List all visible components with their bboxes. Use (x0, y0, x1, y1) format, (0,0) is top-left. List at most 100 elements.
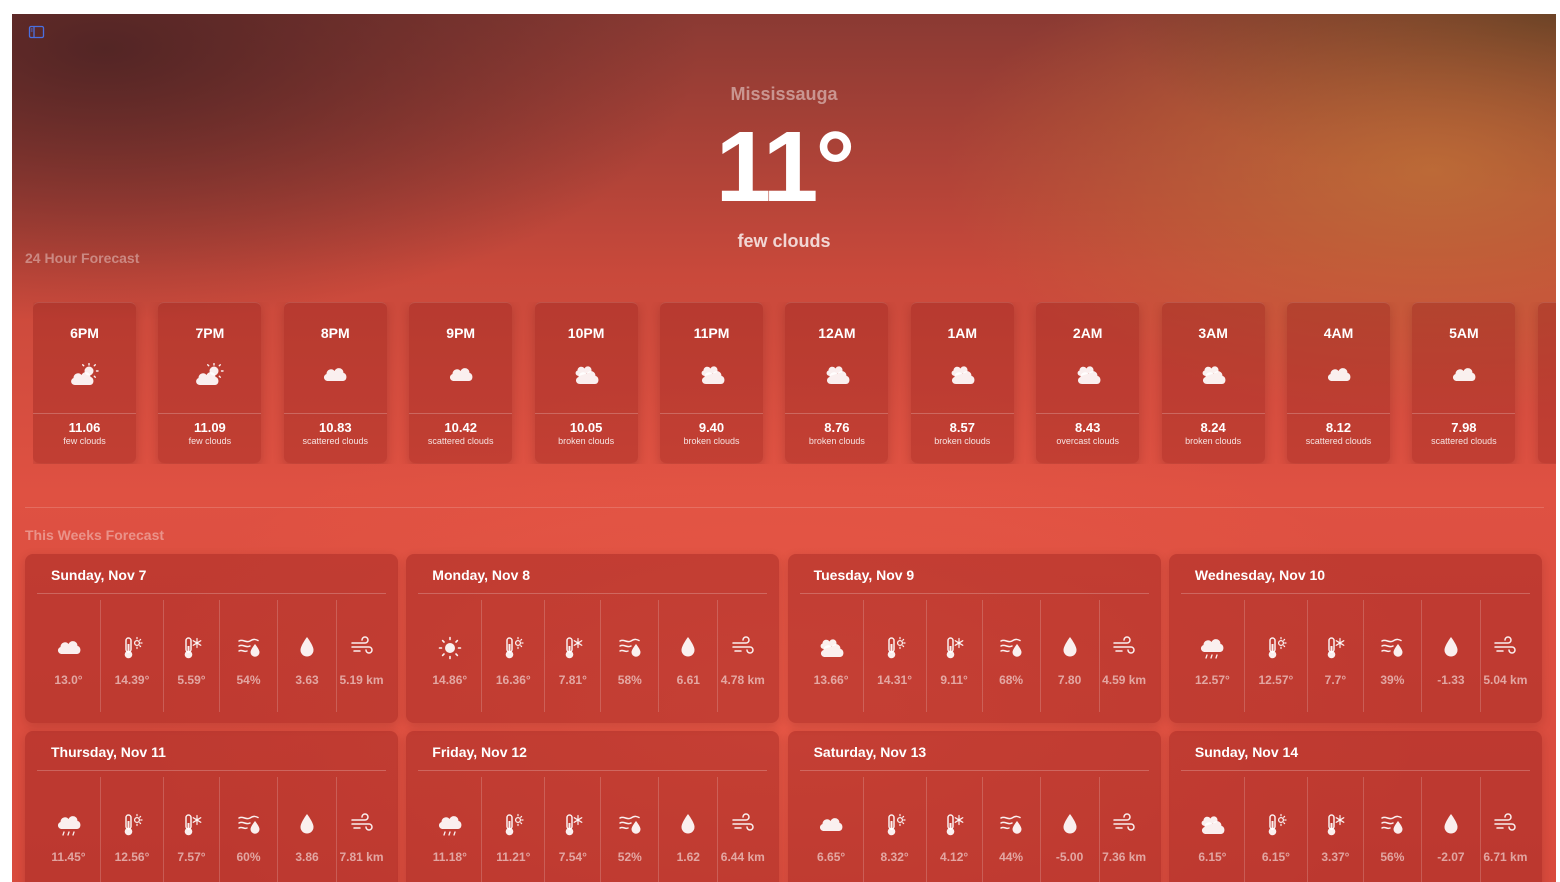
metric-column: -5.00 (1039, 777, 1099, 882)
day-title: Saturday, Nov 13 (813, 744, 927, 760)
weather-window: Mississauga 11° few clouds 24 Hour Forec… (12, 14, 1556, 882)
hour-label: 5AM (1449, 325, 1479, 341)
hour-condition: few clouds (63, 436, 106, 446)
hour-condition: broken clouds (558, 436, 615, 446)
metric-column: 7.7° (1306, 600, 1363, 712)
card-divider (33, 413, 136, 414)
clouds-icon (1181, 813, 1244, 835)
humidity-value: 44% (999, 850, 1024, 864)
daily-card[interactable]: Thursday, Nov 11 11.45° 12.56° 7.57° 60% 3.86… (25, 731, 398, 882)
drop-icon (1422, 636, 1480, 658)
metric-column: 4.59 km (1098, 600, 1149, 712)
humidity-icon (601, 813, 658, 835)
hourly-card[interactable]: 3AM 8.24 broken clouds (1161, 302, 1265, 463)
dew-point-value: 3.63 (295, 673, 319, 687)
daily-card[interactable]: Saturday, Nov 13 6.65° 8.32° 4.12° 44% -5.00 7… (787, 731, 1161, 882)
metric-column: 11.21° (481, 777, 544, 882)
hourly-card[interactable]: 10PM 10.05 broken clouds (534, 302, 638, 463)
hourly-card-next[interactable] (1537, 302, 1556, 463)
hour-temperature: 10.83 (319, 420, 352, 435)
dew-point-value: 3.86 (295, 850, 319, 864)
card-divider (660, 413, 763, 414)
hourly-card[interactable]: 6PM 11.06 few clouds (33, 302, 136, 463)
metric-column: 4.12° (925, 777, 982, 882)
hourly-card[interactable]: 1AM 8.57 broken clouds (910, 302, 1014, 463)
metric-column: 4.78 km (717, 600, 767, 712)
clouds-icon (1162, 363, 1265, 387)
metric-column: 8.32° (862, 777, 926, 882)
thermometer-sun-icon (1245, 813, 1307, 836)
thermometer-snow-icon (1308, 813, 1363, 836)
hourly-card[interactable]: 5AM 7.98 scattered clouds (1412, 302, 1516, 463)
metric-column: 7.57° (163, 777, 219, 882)
daily-card[interactable]: Sunday, Nov 7 13.0° 14.39° 5.59° 54% 3.63 5.19… (25, 554, 398, 723)
rain-icon (1181, 636, 1244, 659)
drop-icon (278, 636, 336, 658)
card-divider (418, 770, 768, 771)
min-temperature: 5.59° (177, 673, 206, 687)
hour-temperature: 7.98 (1451, 420, 1477, 435)
hourly-card[interactable]: 9PM 10.42 scattered clouds (409, 302, 513, 463)
humidity-value: 54% (236, 673, 261, 687)
hour-condition: scattered clouds (427, 436, 494, 446)
drop-icon (659, 813, 717, 835)
card-divider (1161, 413, 1265, 414)
thermometer-snow-icon (164, 636, 219, 659)
hourly-card[interactable]: 12AM 8.76 broken clouds (785, 302, 889, 463)
hour-label: 10PM (567, 325, 605, 341)
hourly-card[interactable]: 4AM 8.12 scattered clouds (1287, 302, 1390, 463)
daily-card[interactable]: Sunday, Nov 14 6.15° 6.15° 3.37° 56% -2.07 6.7… (1168, 731, 1542, 882)
metric-column: 7.81° (544, 600, 600, 712)
hourly-card[interactable]: 7PM 11.09 few clouds (158, 302, 262, 463)
wind-value: 5.04 km (1483, 673, 1528, 687)
metric-column: 5.59° (163, 600, 219, 712)
card-divider (1180, 593, 1530, 594)
wind-value: 6.44 km (720, 850, 765, 864)
day-title: Sunday, Nov 14 (1194, 744, 1299, 760)
sidebar-icon[interactable] (28, 24, 46, 40)
metric-column: 39% (1362, 600, 1421, 712)
card-divider (799, 770, 1149, 771)
wind-value: 7.36 km (1102, 850, 1147, 864)
metric-column: 52% (600, 777, 658, 882)
thermometer-sun-icon (101, 813, 163, 836)
wind-value: 6.71 km (1483, 850, 1528, 864)
day-title: Monday, Nov 8 (432, 567, 531, 583)
wind-value: 4.59 km (1102, 673, 1147, 687)
card-divider (418, 593, 768, 594)
daily-card[interactable]: Tuesday, Nov 9 13.66° 14.31° 9.11° 68% 7.80 4.… (787, 554, 1161, 723)
hourly-card[interactable]: 8PM 10.83 scattered clouds (283, 302, 387, 463)
wind-icon (337, 636, 386, 658)
metric-column: 12.57° (1243, 600, 1307, 712)
day-temperature: 13.0° (54, 673, 83, 687)
day-temperature: 13.66° (813, 673, 849, 687)
wind-icon (1100, 636, 1149, 658)
dew-point-value: 1.62 (676, 850, 700, 864)
card-divider (799, 593, 1149, 594)
hourly-card[interactable]: 2AM 8.43 overcast clouds (1036, 302, 1140, 463)
thermometer-sun-icon (482, 636, 544, 659)
metric-column: 14.31° (862, 600, 926, 712)
humidity-value: 58% (617, 673, 642, 687)
section-divider (25, 507, 1544, 508)
daily-card[interactable]: Monday, Nov 8 14.86° 16.36° 7.81° 58% 6.61 4.7… (406, 554, 780, 723)
hour-label: 7PM (195, 325, 225, 341)
metric-column: 60% (219, 777, 277, 882)
hourly-card[interactable]: 11PM 9.40 broken clouds (660, 302, 763, 463)
metric-column: -1.33 (1420, 600, 1480, 712)
dew-point-value: -1.33 (1437, 673, 1465, 687)
humidity-icon (220, 636, 277, 658)
card-divider (37, 593, 386, 594)
metric-column: 5.04 km (1479, 600, 1530, 712)
max-temperature: 12.56° (114, 850, 150, 864)
daily-card[interactable]: Friday, Nov 12 11.18° 11.21° 7.54° 52% 1.62 6.… (406, 731, 780, 882)
wind-icon (718, 636, 767, 658)
hour-label: 6PM (70, 325, 99, 341)
metric-column: -2.07 (1420, 777, 1480, 882)
hour-label: 11PM (693, 325, 730, 341)
metric-column: 54% (219, 600, 277, 712)
daily-card[interactable]: Wednesday, Nov 10 12.57° 12.57° 7.7° 39% -1.3… (1168, 554, 1542, 723)
hourly-forecast-strip[interactable]: 6PM 11.06 few clouds 7PM 11.09 few clouds 8PM 1… (33, 302, 1556, 464)
hour-condition: broken clouds (808, 436, 865, 446)
metric-column: 14.86° (418, 600, 481, 712)
